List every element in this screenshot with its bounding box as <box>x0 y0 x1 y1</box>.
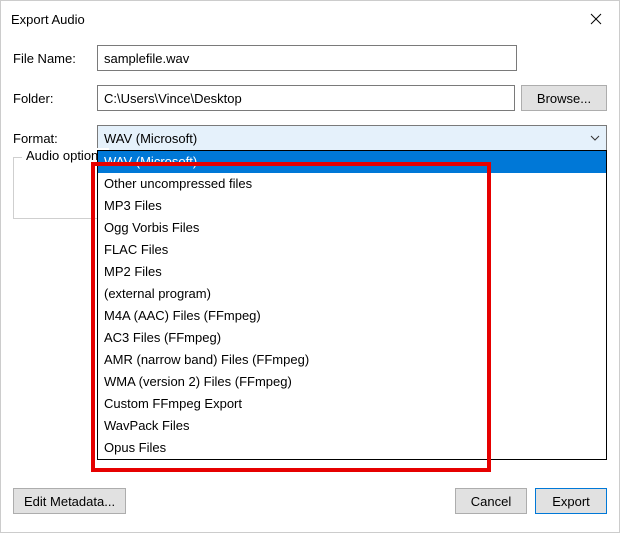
window-title: Export Audio <box>11 12 573 27</box>
close-icon <box>590 13 602 25</box>
cancel-button[interactable]: Cancel <box>455 488 527 514</box>
format-option[interactable]: M4A (AAC) Files (FFmpeg) <box>98 305 606 327</box>
format-option[interactable]: WMA (version 2) Files (FFmpeg) <box>98 371 606 393</box>
audio-options-legend: Audio options <box>22 148 109 163</box>
format-option[interactable]: MP2 Files <box>98 261 606 283</box>
edit-metadata-button[interactable]: Edit Metadata... <box>13 488 126 514</box>
format-option[interactable]: FLAC Files <box>98 239 606 261</box>
folder-label: Folder: <box>13 91 91 106</box>
format-selected-text: WAV (Microsoft) <box>104 131 197 146</box>
filename-label: File Name: <box>13 51 91 66</box>
format-option[interactable]: WavPack Files <box>98 415 606 437</box>
format-option[interactable]: Custom FFmpeg Export <box>98 393 606 415</box>
format-option[interactable]: (external program) <box>98 283 606 305</box>
chevron-down-icon <box>590 133 600 143</box>
format-dropdown[interactable]: WAV (Microsoft)Other uncompressed filesM… <box>97 150 607 460</box>
format-option[interactable]: Other uncompressed files <box>98 173 606 195</box>
format-option[interactable]: AMR (narrow band) Files (FFmpeg) <box>98 349 606 371</box>
close-button[interactable] <box>573 1 619 37</box>
format-option[interactable]: AC3 Files (FFmpeg) <box>98 327 606 349</box>
export-button[interactable]: Export <box>535 488 607 514</box>
format-option[interactable]: WAV (Microsoft) <box>98 151 606 173</box>
format-select-display[interactable]: WAV (Microsoft) <box>97 125 607 151</box>
format-select[interactable]: WAV (Microsoft) WAV (Microsoft)Other unc… <box>97 125 607 151</box>
browse-button[interactable]: Browse... <box>521 85 607 111</box>
filename-input[interactable] <box>97 45 517 71</box>
folder-input[interactable] <box>97 85 515 111</box>
format-option[interactable]: Opus Files <box>98 437 606 459</box>
format-option[interactable]: MP3 Files <box>98 195 606 217</box>
format-option[interactable]: Ogg Vorbis Files <box>98 217 606 239</box>
titlebar: Export Audio <box>1 1 619 37</box>
format-label: Format: <box>13 131 91 146</box>
